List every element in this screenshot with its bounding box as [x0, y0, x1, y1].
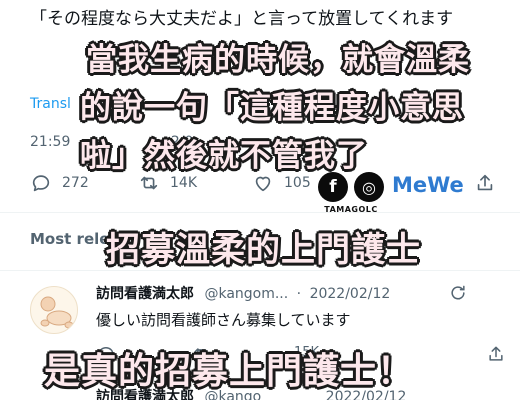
share-icon: [477, 174, 493, 191]
separator-dot: ·: [296, 286, 302, 302]
caption-line: 當我生病的時候，就會溫柔: [86, 42, 470, 78]
reply-date[interactable]: 2022/02/12: [310, 286, 391, 302]
refresh-icon[interactable]: [448, 283, 468, 303]
share-icon: [489, 346, 503, 361]
reply-icon: [32, 175, 50, 192]
translate-link[interactable]: Transl: [30, 96, 71, 112]
caption-line: 啦」然後就不管我了: [80, 138, 368, 174]
avatar[interactable]: [30, 286, 78, 334]
translate-label[interactable]: Transl: [30, 96, 71, 112]
share-button[interactable]: [486, 344, 506, 368]
timestamp-time: 21:59: [30, 134, 71, 150]
most-relevant-header: Most rele: [30, 230, 110, 248]
brand-label: TAMAGOLC: [324, 205, 378, 214]
reply-author-name[interactable]: 訪問看護満太郎: [96, 286, 194, 302]
share-button[interactable]: [474, 172, 496, 194]
caption-top: 當我生病的時候，就會溫柔 的說一句「這種程度小意思 啦」然後就不管我了: [80, 36, 470, 180]
tweet-text: 「その程度なら大丈夫だよ」と言って放置してくれます: [30, 9, 454, 29]
caption-recruit: 招募溫柔的上門護士: [106, 230, 421, 270]
reply-author-handle[interactable]: @kangom...: [204, 286, 288, 302]
caption-line: 的說一句「這種程度小意思: [80, 90, 464, 126]
baby-avatar-icon: [40, 296, 74, 329]
reply-text: 優しい訪問看護師さん募集しています: [96, 311, 351, 329]
reply-header: 訪問看護満太郎 @kangom... · 2022/02/12: [96, 283, 496, 303]
caption-punchline: 是真的招募上門護士！: [44, 351, 415, 392]
